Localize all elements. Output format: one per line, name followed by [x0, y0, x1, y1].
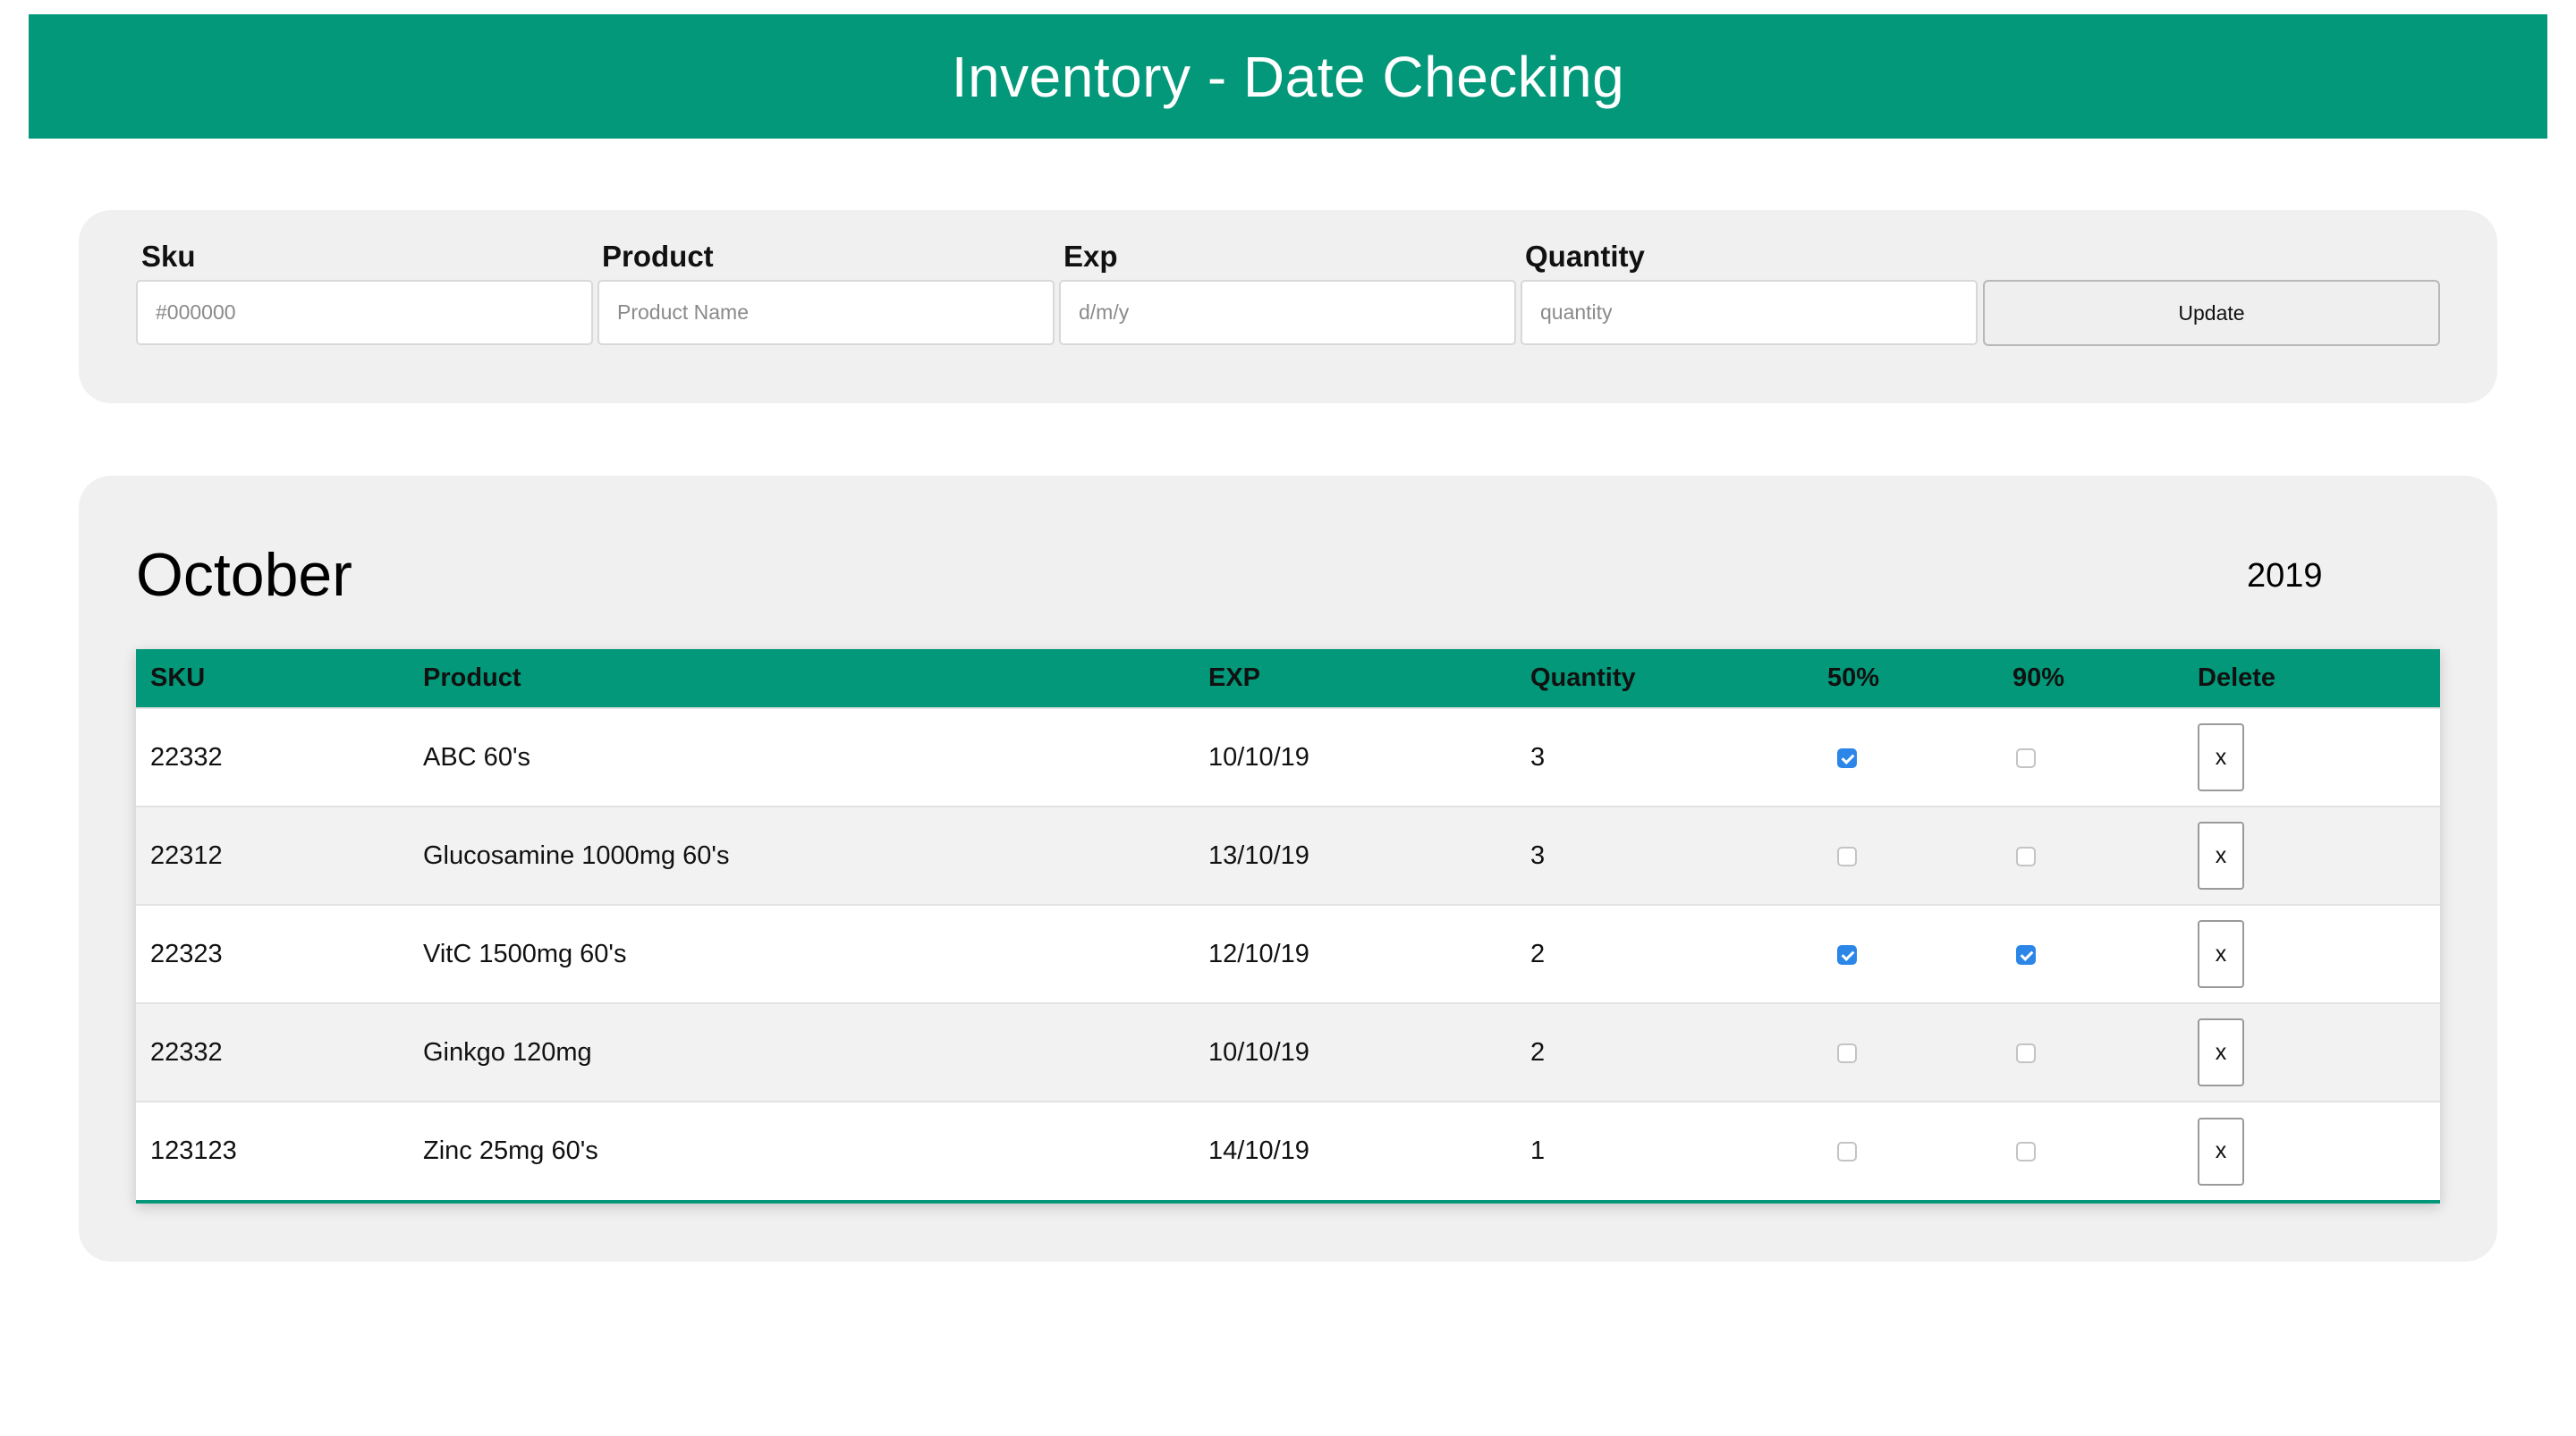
page-title: Inventory - Date Checking — [951, 44, 1625, 109]
fifty-percent-checkbox[interactable] — [1837, 846, 1857, 866]
inventory-table: SKU Product EXP Quantity 50% 90% Delete … — [136, 649, 2440, 1204]
column-header-quantity: Quantity — [1530, 663, 1636, 692]
fifty-percent-checkbox[interactable] — [1837, 1043, 1857, 1063]
quantity-cell: 3 — [1530, 707, 1827, 807]
product-label: Product — [602, 240, 714, 273]
column-header-product: Product — [423, 663, 521, 692]
fifty-percent-checkbox[interactable] — [1837, 1142, 1857, 1162]
product-cell: VitC 1500mg 60's — [423, 904, 1208, 1003]
table-row: 22312 Glucosamine 1000mg 60's 13/10/19 3… — [136, 806, 2440, 905]
sku-cell: 123123 — [136, 1101, 423, 1200]
quantity-cell: 2 — [1530, 904, 1827, 1003]
product-cell: ABC 60's — [423, 707, 1208, 807]
sku-cell: 22332 — [136, 707, 423, 807]
ninety-percent-cell — [2012, 904, 2198, 1003]
delete-cell: x — [2198, 1002, 2440, 1102]
ninety-percent-cell — [2012, 1002, 2198, 1102]
column-header-90-percent: 90% — [2012, 663, 2065, 692]
table-row: 22332 Ginkgo 120mg 10/10/19 2 x — [136, 1002, 2440, 1102]
sku-cell: 22312 — [136, 806, 423, 905]
table-header-row: SKU Product EXP Quantity 50% 90% Delete — [136, 649, 2440, 708]
delete-button[interactable]: x — [2198, 1117, 2244, 1186]
table-row: 123123 Zinc 25mg 60's 14/10/19 1 x — [136, 1101, 2440, 1200]
quantity-cell: 3 — [1530, 806, 1827, 905]
exp-cell: 12/10/19 — [1208, 904, 1530, 1003]
column-header-sku: SKU — [150, 663, 206, 692]
ninety-percent-cell — [2012, 1101, 2198, 1200]
exp-cell: 10/10/19 — [1208, 707, 1530, 807]
delete-cell: x — [2198, 904, 2440, 1003]
sku-cell: 22323 — [136, 904, 423, 1003]
sku-cell: 22332 — [136, 1002, 423, 1102]
ninety-percent-checkbox[interactable] — [2016, 1142, 2036, 1162]
sku-input[interactable] — [136, 280, 593, 345]
fifty-percent-cell — [1827, 904, 2012, 1003]
delete-button[interactable]: x — [2198, 822, 2244, 890]
ninety-percent-cell — [2012, 707, 2198, 807]
product-cell: Glucosamine 1000mg 60's — [423, 806, 1208, 905]
quantity-cell: 1 — [1530, 1101, 1827, 1200]
exp-cell: 13/10/19 — [1208, 806, 1530, 905]
fifty-percent-checkbox[interactable] — [1837, 748, 1857, 768]
delete-button[interactable]: x — [2198, 1018, 2244, 1086]
ninety-percent-cell — [2012, 806, 2198, 905]
app-header: Inventory - Date Checking — [29, 14, 2547, 139]
column-header-50-percent: 50% — [1827, 663, 1880, 692]
ninety-percent-checkbox[interactable] — [2016, 1043, 2036, 1063]
year-label: 2019 — [2247, 557, 2323, 595]
fifty-percent-cell — [1827, 806, 2012, 905]
column-header-exp: EXP — [1208, 663, 1261, 692]
quantity-cell: 2 — [1530, 1002, 1827, 1102]
table-row: 22332 ABC 60's 10/10/19 3 x — [136, 707, 2440, 807]
ninety-percent-checkbox[interactable] — [2016, 846, 2036, 866]
fifty-percent-cell — [1827, 1002, 2012, 1102]
exp-input[interactable] — [1059, 280, 1516, 345]
product-cell: Zinc 25mg 60's — [423, 1101, 1208, 1200]
month-heading: October — [136, 541, 352, 609]
exp-cell: 14/10/19 — [1208, 1101, 1530, 1200]
delete-cell: x — [2198, 707, 2440, 807]
sku-label: Sku — [141, 240, 196, 273]
delete-button[interactable]: x — [2198, 723, 2244, 791]
delete-button[interactable]: x — [2198, 920, 2244, 988]
product-input[interactable] — [597, 280, 1055, 345]
ninety-percent-checkbox[interactable] — [2016, 944, 2036, 965]
table-row: 22323 VitC 1500mg 60's 12/10/19 2 x — [136, 904, 2440, 1003]
quantity-label: Quantity — [1525, 240, 1645, 273]
product-cell: Ginkgo 120mg — [423, 1002, 1208, 1102]
quantity-input[interactable] — [1521, 280, 1978, 345]
fifty-percent-cell — [1827, 707, 2012, 807]
delete-cell: x — [2198, 806, 2440, 905]
fifty-percent-cell — [1827, 1101, 2012, 1200]
exp-cell: 10/10/19 — [1208, 1002, 1530, 1102]
update-button[interactable]: Update — [1983, 280, 2440, 346]
ninety-percent-checkbox[interactable] — [2016, 748, 2036, 768]
exp-label: Exp — [1063, 240, 1118, 273]
fifty-percent-checkbox[interactable] — [1837, 944, 1857, 965]
delete-cell: x — [2198, 1101, 2440, 1200]
column-header-delete: Delete — [2198, 663, 2276, 692]
